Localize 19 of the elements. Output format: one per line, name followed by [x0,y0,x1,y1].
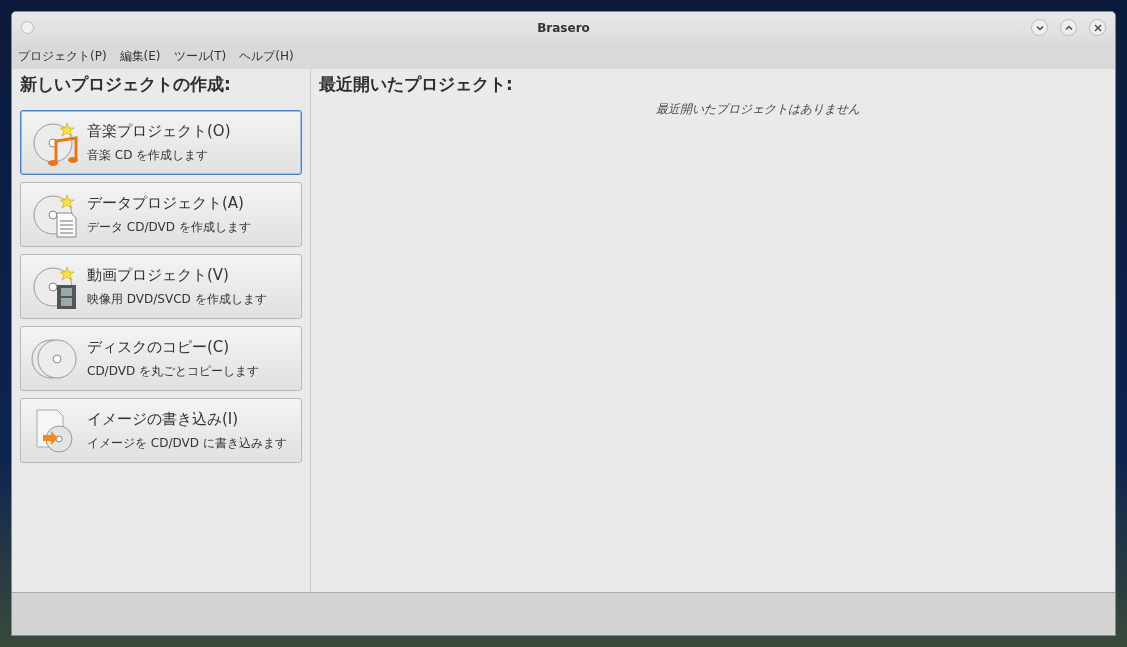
menu-item[interactable]: プロジェクト(P) [18,47,107,65]
window-title: Brasero [536,20,591,35]
chevron-down-icon [1035,24,1044,31]
empty-message: 最近開いたプロジェクトはありません [655,101,861,118]
close-button[interactable] [1089,19,1106,36]
section-heading: 最近開いたプロジェクト: [319,73,514,96]
project-type-button[interactable]: データプロジェクト(A) データ CD/DVD を作成します [20,182,302,247]
chevron-up-icon [1064,24,1073,31]
maximize-button[interactable] [1060,19,1077,36]
close-icon [1093,23,1102,32]
menu-item[interactable]: 編集(E) [119,47,161,65]
project-type-button[interactable]: ディスクのコピー(C) CD/DVD を丸ごとコピーします [20,326,302,391]
menu-item[interactable]: ヘルプ(H) [239,47,294,65]
menu-item[interactable]: ツール(T) [173,47,227,65]
project-type-button[interactable]: 動画プロジェクト(V) 映像用 DVD/SVCD を作成します [20,254,302,319]
project-type-button[interactable]: イメージの書き込み(I) イメージを CD/DVD に書き込みます [20,398,302,463]
minimize-button[interactable] [1031,19,1048,36]
section-heading: 新しいプロジェクトの作成: [20,73,232,96]
project-type-button[interactable]: 音楽プロジェクト(O) 音楽 CD を作成します [20,110,302,175]
